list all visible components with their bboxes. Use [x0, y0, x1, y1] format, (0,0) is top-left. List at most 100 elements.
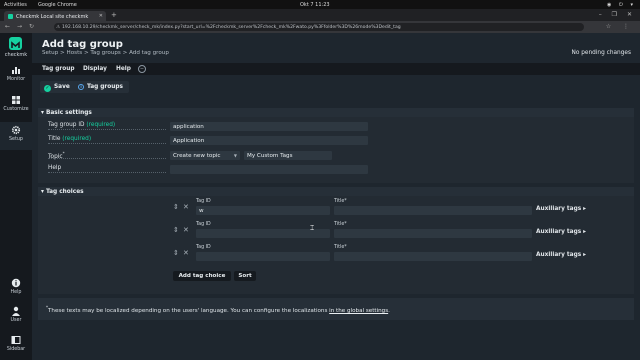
reorder-icon[interactable]: ⇕ — [173, 226, 179, 234]
sort-button[interactable]: Sort — [234, 271, 256, 281]
os-top-bar: Activities Google Chrome Okt 7 11:23 ◉ ⏻… — [0, 0, 640, 9]
logo-text: checkmk — [4, 52, 28, 58]
sidebar-item-label: Monitor — [6, 77, 26, 82]
reorder-icon[interactable]: ⇕ — [173, 203, 179, 211]
sidebar-item-help[interactable]: Help — [0, 278, 32, 300]
delete-row-icon[interactable]: ✕ — [183, 226, 189, 234]
window-controls[interactable]: – ❐ ✕ — [599, 11, 636, 18]
url-text: 192.168.10.29/checkmk_server/check_mk/in… — [62, 24, 401, 30]
tag-id-input[interactable]: w — [196, 206, 330, 215]
new-tab-icon[interactable]: + — [111, 11, 117, 19]
global-settings-link[interactable]: in the global settings — [329, 308, 388, 314]
sidebar-item-label: Sidebar — [6, 347, 26, 352]
topic-select-value: Create new topic — [173, 153, 221, 159]
mouse-cursor-icon: ⌶ — [310, 224, 315, 232]
checkmark-icon: ✓ — [44, 85, 51, 92]
label-leader — [48, 129, 166, 130]
reorder-icon[interactable]: ⇕ — [173, 249, 179, 257]
sidebar-item-sidebar[interactable]: Sidebar — [0, 335, 32, 357]
title-column-label: Title* — [334, 222, 347, 227]
tag-group-id-text: Tag group ID — [48, 122, 85, 128]
collapse-menu-icon[interactable]: − — [138, 65, 146, 73]
page-menu-bar: Tag group Display Help − — [32, 63, 640, 75]
tag-choices-title: Tag choices — [45, 188, 84, 195]
browser-tab[interactable]: Checkmk Local site checkmk ✕ — [4, 11, 106, 21]
checkmk-logo-icon[interactable] — [9, 37, 22, 50]
tag-choices-body: ⇕ ✕ Tag ID w Title* Auxiliary tags ▸ ⇕ ✕… — [38, 196, 634, 294]
help-icon — [11, 278, 21, 288]
tag-title-input[interactable] — [334, 229, 532, 238]
tag-group-id-label: Tag group ID (required) — [48, 122, 115, 128]
active-app-label[interactable]: Google Chrome — [38, 2, 77, 8]
tag-group-id-input[interactable]: application — [170, 122, 368, 131]
help-label: Help — [48, 165, 62, 171]
activities-button[interactable]: Activities — [4, 2, 27, 8]
info-icon: i — [78, 84, 84, 90]
customize-icon — [12, 96, 20, 104]
tag-title-input[interactable] — [334, 206, 532, 215]
system-tray-icons[interactable]: ◉ ⏻ ▾ — [607, 2, 636, 8]
auxiliary-tags-toggle[interactable]: Auxiliary tags ▸ — [536, 252, 586, 258]
add-tag-choice-button[interactable]: Add tag choice — [173, 271, 231, 281]
tag-id-column-label: Tag ID — [196, 222, 211, 227]
menu-help[interactable]: Help — [116, 66, 131, 72]
menu-tag-group[interactable]: Tag group — [42, 66, 75, 72]
browser-tab-title: Checkmk Local site checkmk — [16, 13, 89, 20]
checkmk-favicon-icon — [8, 13, 13, 19]
help-input[interactable] — [170, 165, 368, 174]
title-text: Title — [48, 136, 61, 142]
sidebar-item-customize[interactable]: Customize — [0, 95, 32, 117]
tag-choices-header[interactable]: ▾ Tag choices — [38, 187, 634, 196]
auxiliary-tags-toggle[interactable]: Auxiliary tags ▸ — [536, 229, 586, 235]
browser-menu-icons[interactable]: ☆ ⋮ — [606, 23, 634, 30]
sidebar-icon — [11, 336, 21, 344]
main-content: Add tag group Setup > Hosts > Tag groups… — [32, 33, 640, 360]
custom-topic-input[interactable]: My Custom Tags — [244, 151, 332, 160]
browser-tabstrip: Checkmk Local site checkmk ✕ + – ❐ ✕ — [0, 9, 640, 21]
tag-id-column-label: Tag ID — [196, 245, 211, 250]
label-leader — [48, 172, 166, 173]
delete-row-icon[interactable]: ✕ — [183, 203, 189, 211]
topic-select[interactable]: Create new topic ▼ — [170, 151, 240, 160]
title-label: Title (required) — [48, 136, 91, 142]
setup-gear-icon — [11, 125, 21, 135]
sidebar-item-label: User — [10, 318, 22, 323]
sidebar-item-monitor[interactable]: Monitor — [0, 65, 32, 87]
reload-icon[interactable]: ↻ — [29, 23, 34, 30]
title-input[interactable]: Application — [170, 136, 368, 145]
pending-changes-status[interactable]: No pending changes — [572, 50, 632, 56]
basic-settings-header[interactable]: ▾ Basic settings — [38, 108, 634, 117]
auxiliary-tags-toggle[interactable]: Auxiliary tags ▸ — [536, 206, 586, 212]
title-column-label: Title* — [334, 245, 347, 250]
tag-groups-button[interactable]: i Tag groups — [73, 81, 130, 93]
save-label: Save — [54, 84, 70, 90]
sidebar-item-label: Customize — [3, 107, 29, 112]
menu-display[interactable]: Display — [83, 66, 107, 72]
forward-icon[interactable]: → — [17, 23, 22, 30]
tag-id-column-label: Tag ID — [196, 199, 211, 204]
tab-close-icon[interactable]: ✕ — [99, 13, 103, 19]
address-bar[interactable]: ⚠ 192.168.10.29/checkmk_server/check_mk/… — [54, 23, 584, 31]
browser-toolbar: ← → ↻ ⚠ 192.168.10.29/checkmk_server/che… — [0, 21, 640, 33]
save-button[interactable]: ✓ Save — [40, 81, 75, 93]
breadcrumb[interactable]: Setup > Hosts > Tag groups > Add tag gro… — [42, 50, 169, 56]
sidebar-item-user[interactable]: User — [0, 306, 32, 328]
title-column-label: Title* — [334, 199, 347, 204]
topic-text: Topic — [48, 153, 63, 160]
tag-id-input[interactable] — [196, 252, 330, 261]
clock[interactable]: Okt 7 11:23 — [300, 2, 330, 8]
required-marker: (required) — [62, 136, 92, 142]
label-leader — [48, 143, 166, 144]
tag-groups-label: Tag groups — [87, 84, 124, 90]
sidebar-item-label: Help — [10, 290, 22, 295]
user-icon — [12, 306, 20, 316]
footnote-end: . — [388, 307, 390, 314]
sidebar-item-label: Setup — [9, 137, 23, 142]
label-leader — [48, 158, 166, 159]
back-icon[interactable]: ← — [5, 23, 10, 30]
tag-title-input[interactable] — [334, 252, 532, 261]
sidebar-item-setup[interactable]: Setup — [0, 122, 32, 150]
delete-row-icon[interactable]: ✕ — [183, 249, 189, 257]
monitor-icon — [12, 67, 20, 74]
sidebar: checkmk Monitor Customize Setup Help Use… — [0, 33, 32, 360]
